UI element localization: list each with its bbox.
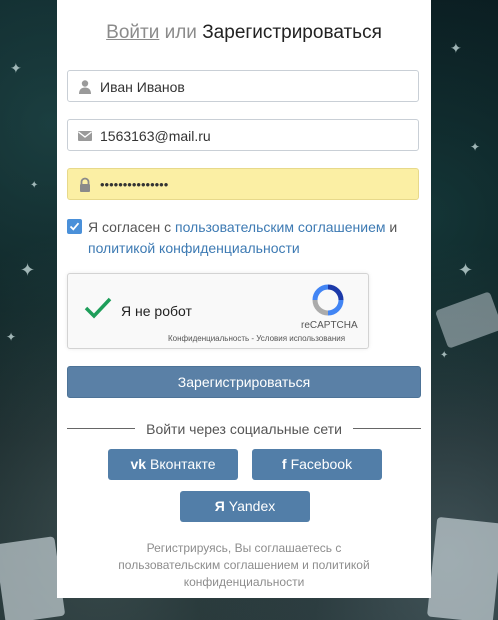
vk-login-button[interactable]: vk Вконтакте [108, 449, 238, 480]
footer-note: Регистрируясь, Вы соглашаетесь с пользов… [118, 541, 370, 589]
recaptcha-logo-icon [312, 284, 344, 321]
book-page-decoration [426, 516, 498, 620]
agree-and: и [385, 219, 398, 235]
facebook-label: Facebook [290, 456, 353, 472]
star-decoration: ✦ [470, 140, 481, 154]
name-value: Иван Иванов [100, 79, 185, 95]
agreement-text: Я согласен с пользовательским соглашение… [88, 217, 417, 259]
terms-link[interactable]: пользовательским соглашением [175, 219, 386, 235]
facebook-login-button[interactable]: f Facebook [252, 449, 382, 480]
envelope-icon [77, 128, 93, 144]
privacy-link[interactable]: политикой конфиденциальности [88, 240, 300, 256]
yandex-icon: Я [214, 498, 225, 514]
or-label: или [164, 22, 197, 43]
vk-label: Вконтакте [150, 456, 216, 472]
lock-icon [77, 177, 93, 193]
checkmark-icon [69, 222, 80, 231]
social-heading: Войти через социальные сети [146, 421, 342, 437]
recaptcha-links[interactable]: Конфиденциальность - Условия использован… [168, 334, 345, 343]
recaptcha-brand: reCAPTCHA [301, 320, 358, 331]
recaptcha-checkmark-icon[interactable] [84, 296, 112, 325]
agree-prefix: Я согласен с [88, 219, 175, 235]
email-value: 1563163@mail.ru [100, 128, 211, 144]
registration-card: Войти или Зарегистрироваться Иван Иванов… [57, 0, 431, 598]
name-field[interactable]: Иван Иванов [67, 70, 419, 102]
vk-icon: vk [130, 456, 147, 472]
recaptcha-widget[interactable]: Я не робот reCAPTCHA Конфиденциальность … [67, 273, 369, 349]
star-decoration: ✦ [20, 260, 36, 280]
agreement-row: Я согласен с пользовательским соглашение… [67, 217, 417, 259]
yandex-label: Yandex [228, 498, 276, 514]
email-field[interactable]: 1563163@mail.ru [67, 119, 419, 151]
recaptcha-label: Я не робот [121, 303, 192, 319]
star-decoration: ✦ [10, 60, 22, 76]
login-link[interactable]: Войти [106, 22, 159, 43]
register-heading: Зарегистрироваться [202, 22, 382, 43]
password-field[interactable]: ••••••••••••••• [67, 168, 419, 200]
star-decoration: ✦ [458, 260, 474, 280]
facebook-icon: f [281, 456, 287, 472]
yandex-login-button[interactable]: Я Yandex [180, 491, 310, 522]
book-page-decoration [0, 536, 66, 620]
register-button[interactable]: Зарегистрироваться [67, 366, 421, 398]
book-page-decoration [434, 291, 498, 349]
star-decoration: ✦ [30, 180, 39, 191]
user-icon [77, 79, 93, 95]
agree-checkbox[interactable] [67, 219, 82, 234]
password-value: ••••••••••••••• [100, 177, 169, 192]
star-decoration: ✦ [450, 40, 462, 56]
star-decoration: ✦ [6, 330, 17, 344]
star-decoration: ✦ [440, 350, 449, 361]
page-title: Войти или Зарегистрироваться [57, 22, 431, 44]
